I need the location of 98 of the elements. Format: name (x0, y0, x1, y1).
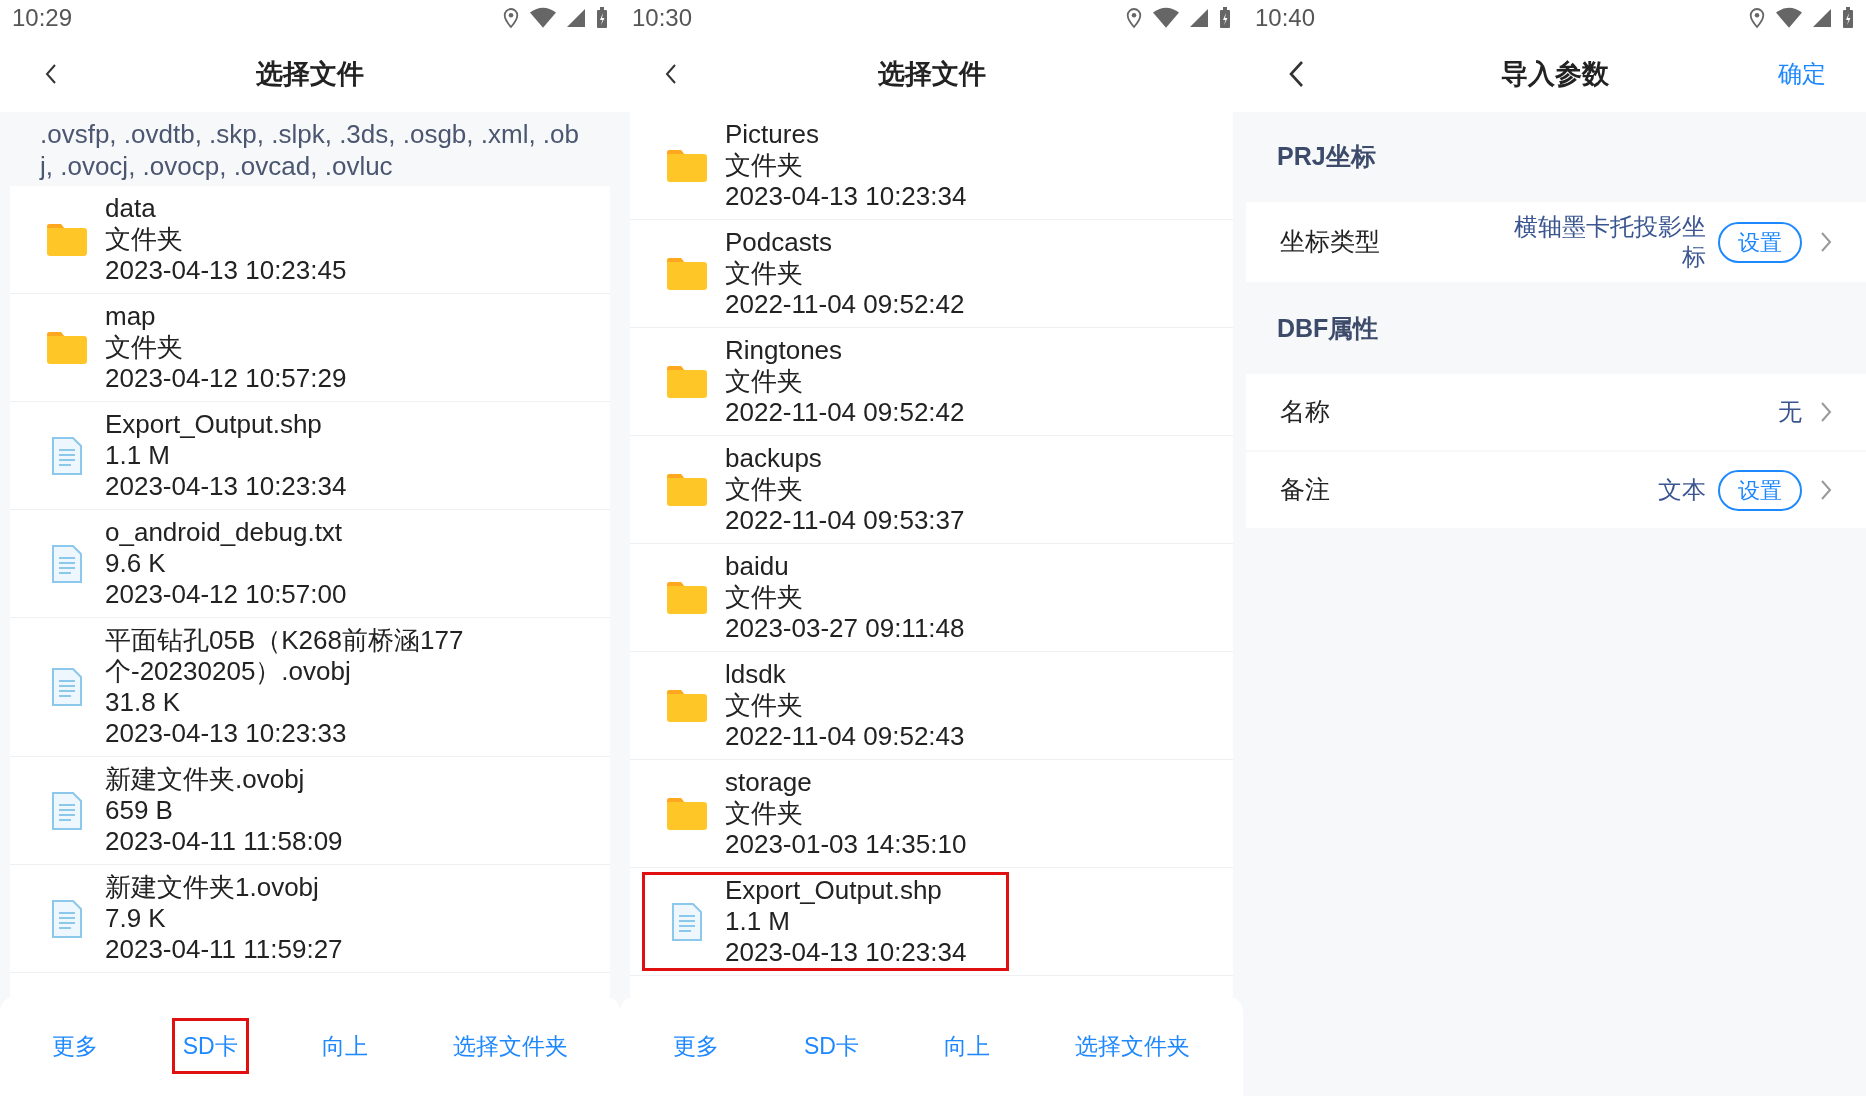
file-type: 文件夹 (725, 258, 804, 289)
location-icon (1125, 7, 1143, 29)
status-time: 10:40 (1255, 3, 1316, 33)
file-size: 31.8 K (105, 687, 182, 718)
wifi-icon (1153, 7, 1179, 29)
battery-icon (596, 7, 608, 29)
file-date: 2022-11-04 09:52:42 (725, 289, 965, 320)
page-title: 选择文件 (256, 58, 364, 89)
file-name: ldsdk (725, 659, 787, 690)
back-icon[interactable] (664, 62, 678, 86)
page-title: 导入参数 (1500, 58, 1609, 89)
folder-icon (667, 689, 707, 722)
folder-icon (667, 149, 707, 182)
back-icon[interactable] (1287, 59, 1305, 89)
file-name: Export_Output.shp (105, 409, 323, 440)
file-date: 2023-04-13 10:23:34 (725, 181, 967, 212)
folder-icon (47, 223, 87, 256)
file-name: 新建文件夹.ovobj (105, 764, 306, 795)
document-icon (51, 667, 83, 707)
file-size: 1.1 M (105, 440, 172, 471)
signal-icon (566, 8, 586, 28)
document-icon (51, 435, 83, 476)
file-size: 9.6 K (105, 548, 167, 579)
folder-icon (667, 473, 707, 506)
file-size: 659 B (105, 795, 174, 826)
file-name: Pictures (725, 119, 820, 150)
file-type: 文件夹 (725, 582, 804, 613)
status-time: 10:29 (12, 3, 73, 33)
file-name: baidu (725, 551, 790, 582)
signal-icon (1189, 8, 1209, 28)
set-button[interactable]: 设置 (1718, 221, 1802, 263)
folder-icon (667, 365, 707, 398)
row-label: 名称 (1280, 396, 1330, 428)
file-type: 文件夹 (105, 224, 184, 255)
document-icon (51, 543, 83, 584)
row-value: 横轴墨卡托投影坐标 (1513, 212, 1706, 272)
document-icon (671, 901, 703, 942)
file-date: 2022-11-04 09:52:42 (725, 397, 965, 428)
row-label: 坐标类型 (1280, 226, 1380, 258)
file-type: 文件夹 (725, 690, 804, 721)
file-type: 文件夹 (725, 150, 804, 181)
file-name: 新建文件夹1.ovobj (105, 872, 320, 903)
folder-icon (667, 581, 707, 614)
file-type: 文件夹 (105, 332, 184, 363)
chevron-right-icon (1820, 401, 1832, 423)
file-type: 文件夹 (725, 474, 804, 505)
folder-icon (667, 797, 707, 830)
file-date: 2023-04-11 11:59:27 (105, 934, 343, 965)
file-type: 文件夹 (725, 798, 804, 829)
file-date: 2023-04-13 10:23:45 (105, 255, 347, 286)
status-time: 10:30 (632, 3, 693, 33)
folder-icon (667, 257, 707, 290)
page-title: 选择文件 (877, 58, 986, 89)
wifi-icon (1776, 7, 1802, 29)
row-label: 备注 (1280, 474, 1330, 506)
row-value: 文本 (1658, 475, 1706, 505)
file-name: Ringtones (725, 335, 844, 366)
wifi-icon (530, 7, 556, 29)
file-date: 2023-04-13 10:23:34 (725, 937, 967, 968)
location-icon (502, 7, 520, 29)
file-name: map (105, 301, 157, 332)
file-name: data (105, 193, 157, 224)
file-date: 2023-01-03 14:35:10 (725, 829, 967, 860)
battery-icon (1219, 7, 1231, 29)
folder-icon (47, 331, 87, 364)
document-icon (51, 790, 83, 831)
settings-row[interactable]: 坐标类型 横轴墨卡托投影坐标 设置 (1246, 202, 1866, 282)
set-button[interactable]: 设置 (1718, 469, 1802, 511)
file-name: Podcasts (725, 227, 833, 258)
file-date: 2023-04-13 10:23:34 (105, 471, 347, 502)
signal-icon (1812, 8, 1832, 28)
chevron-right-icon (1820, 479, 1832, 501)
location-icon (1748, 7, 1766, 29)
row-value: 无 (1778, 397, 1802, 427)
file-date: 2022-11-04 09:52:43 (725, 721, 965, 752)
file-name: Export_Output.shp (725, 875, 943, 906)
file-date: 2023-03-27 09:11:48 (725, 613, 965, 644)
battery-icon (1842, 7, 1854, 29)
file-type-notice: .ovsfp, .ovdtb, .skp, .slpk, .3ds, .osgb, .xml, .obj, .ovocj, .ovocp, .ovcad, .ovluc (38, 118, 581, 183)
chevron-right-icon (1820, 231, 1832, 253)
file-date: 2023-04-12 10:57:29 (105, 363, 347, 394)
back-icon[interactable] (44, 62, 58, 86)
section-title: DBF属性 (1277, 313, 1379, 345)
file-name: storage (725, 767, 813, 798)
file-date: 2023-04-13 10:23:33 (105, 718, 348, 749)
file-type: 文件夹 (725, 366, 804, 397)
section-title: PRJ坐标 (1277, 141, 1376, 173)
document-icon (51, 898, 83, 939)
file-size: 1.1 M (725, 906, 792, 937)
settings-row[interactable]: 备注 文本 设置 (1246, 452, 1866, 528)
file-size: 7.9 K (105, 903, 167, 934)
file-date: 2022-11-04 09:53:37 (725, 505, 965, 536)
file-name: 平面钻孔05B（K268前桥涵177个-20230205）.ovobj (105, 625, 465, 687)
file-name: backups (725, 443, 823, 474)
file-date: 2023-04-12 10:57:00 (105, 579, 347, 610)
file-date: 2023-04-11 11:58:09 (105, 826, 343, 857)
file-name: o_android_debug.txt (105, 517, 344, 548)
settings-row[interactable]: 名称 无 (1246, 374, 1866, 450)
